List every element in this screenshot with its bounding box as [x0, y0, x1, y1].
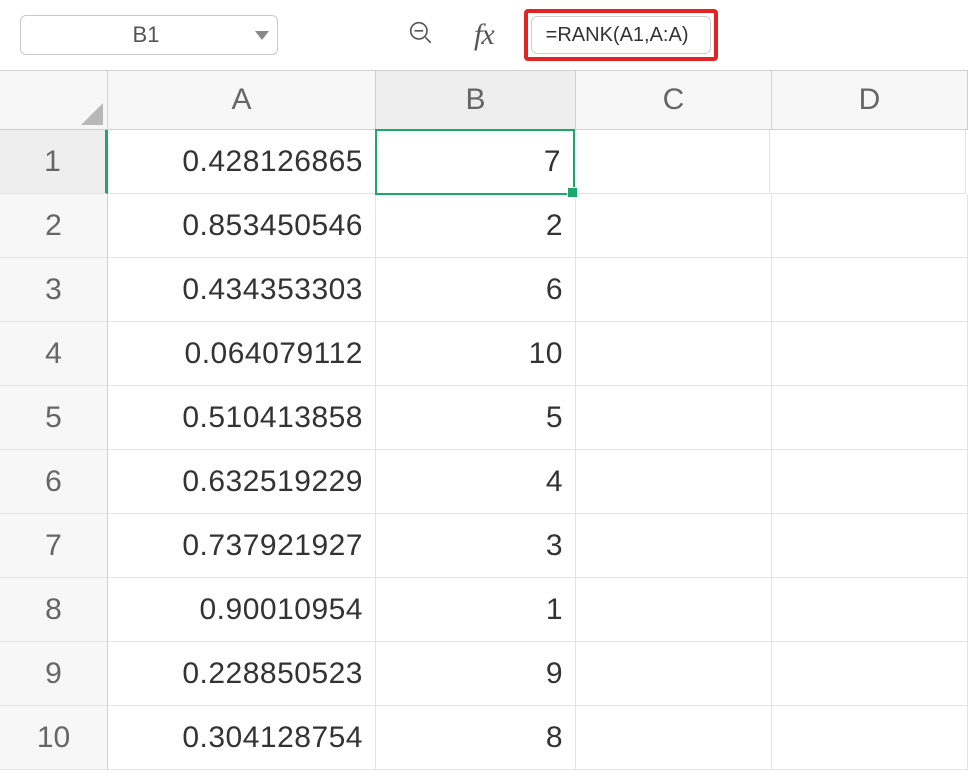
row-header-4[interactable]: 4 [0, 322, 108, 386]
cell-D3[interactable] [772, 258, 968, 322]
table-row: 3 0.434353303 6 [0, 258, 968, 322]
cell-A10[interactable]: 0.304128754 [108, 706, 376, 770]
cell-A8[interactable]: 0.90010954 [108, 578, 376, 642]
cell-B9[interactable]: 9 [376, 642, 576, 706]
row-header-7[interactable]: 7 [0, 514, 108, 578]
cell-C5[interactable] [576, 386, 772, 450]
column-header-D[interactable]: D [772, 71, 968, 129]
formula-toolbar: B1 fx =RANK(A1,A:A) [0, 0, 968, 70]
table-row: 2 0.853450546 2 [0, 194, 968, 258]
column-header-A[interactable]: A [108, 71, 376, 129]
formula-highlight-annotation: =RANK(A1,A:A) [524, 9, 718, 61]
row-header-10[interactable]: 10 [0, 706, 108, 770]
fx-icon[interactable]: fx [474, 18, 494, 52]
cell-B6[interactable]: 4 [376, 450, 576, 514]
cell-B8[interactable]: 1 [376, 578, 576, 642]
cell-B7[interactable]: 3 [376, 514, 576, 578]
cell-B2[interactable]: 2 [376, 194, 576, 258]
spreadsheet-grid: A B C D 1 0.428126865 7 2 0.853450546 2 … [0, 70, 968, 770]
table-row: 7 0.737921927 3 [0, 514, 968, 578]
cell-B10[interactable]: 8 [376, 706, 576, 770]
row-header-8[interactable]: 8 [0, 578, 108, 642]
cell-D10[interactable] [772, 706, 968, 770]
column-header-B[interactable]: B [376, 71, 576, 129]
cell-A6[interactable]: 0.632519229 [108, 450, 376, 514]
cell-B3[interactable]: 6 [376, 258, 576, 322]
table-row: 9 0.228850523 9 [0, 642, 968, 706]
cell-D4[interactable] [772, 322, 968, 386]
cell-C4[interactable] [576, 322, 772, 386]
cell-C9[interactable] [576, 642, 772, 706]
cell-C3[interactable] [576, 258, 772, 322]
cell-B4[interactable]: 10 [376, 322, 576, 386]
cell-D2[interactable] [772, 194, 968, 258]
formula-bar[interactable]: =RANK(A1,A:A) [531, 16, 711, 54]
cell-C1[interactable] [574, 130, 770, 194]
row-header-2[interactable]: 2 [0, 194, 108, 258]
cell-A7[interactable]: 0.737921927 [108, 514, 376, 578]
row-header-3[interactable]: 3 [0, 258, 108, 322]
table-row: 6 0.632519229 4 [0, 450, 968, 514]
cell-B1[interactable]: 7 [375, 129, 575, 195]
cell-C8[interactable] [576, 578, 772, 642]
cell-D7[interactable] [772, 514, 968, 578]
table-row: 4 0.064079112 10 [0, 322, 968, 386]
table-row: 10 0.304128754 8 [0, 706, 968, 770]
column-header-C[interactable]: C [576, 71, 772, 129]
table-row: 1 0.428126865 7 [0, 130, 968, 194]
cell-D6[interactable] [772, 450, 968, 514]
cell-D8[interactable] [772, 578, 968, 642]
row-header-9[interactable]: 9 [0, 642, 108, 706]
table-row: 5 0.510413858 5 [0, 386, 968, 450]
cell-D9[interactable] [772, 642, 968, 706]
cell-A5[interactable]: 0.510413858 [108, 386, 376, 450]
cell-D1[interactable] [770, 130, 966, 194]
cell-A4[interactable]: 0.064079112 [108, 322, 376, 386]
select-all-triangle-icon [81, 103, 103, 125]
cell-D5[interactable] [772, 386, 968, 450]
cell-C10[interactable] [576, 706, 772, 770]
cell-A9[interactable]: 0.228850523 [108, 642, 376, 706]
column-headers: A B C D [0, 71, 968, 130]
cell-C6[interactable] [576, 450, 772, 514]
cell-A2[interactable]: 0.853450546 [108, 194, 376, 258]
cell-B5[interactable]: 5 [376, 386, 576, 450]
row-header-6[interactable]: 6 [0, 450, 108, 514]
select-all-corner[interactable] [0, 71, 108, 129]
row-header-1[interactable]: 1 [0, 130, 108, 194]
table-row: 8 0.90010954 1 [0, 578, 968, 642]
name-box-value: B1 [37, 22, 255, 48]
row-header-5[interactable]: 5 [0, 386, 108, 450]
chevron-down-icon[interactable] [255, 31, 269, 40]
zoom-out-icon[interactable] [408, 20, 434, 51]
cell-A1[interactable]: 0.428126865 [108, 130, 376, 194]
cell-C7[interactable] [576, 514, 772, 578]
name-box[interactable]: B1 [20, 15, 278, 55]
cell-A3[interactable]: 0.434353303 [108, 258, 376, 322]
cell-C2[interactable] [576, 194, 772, 258]
formula-text: =RANK(A1,A:A) [546, 24, 689, 47]
